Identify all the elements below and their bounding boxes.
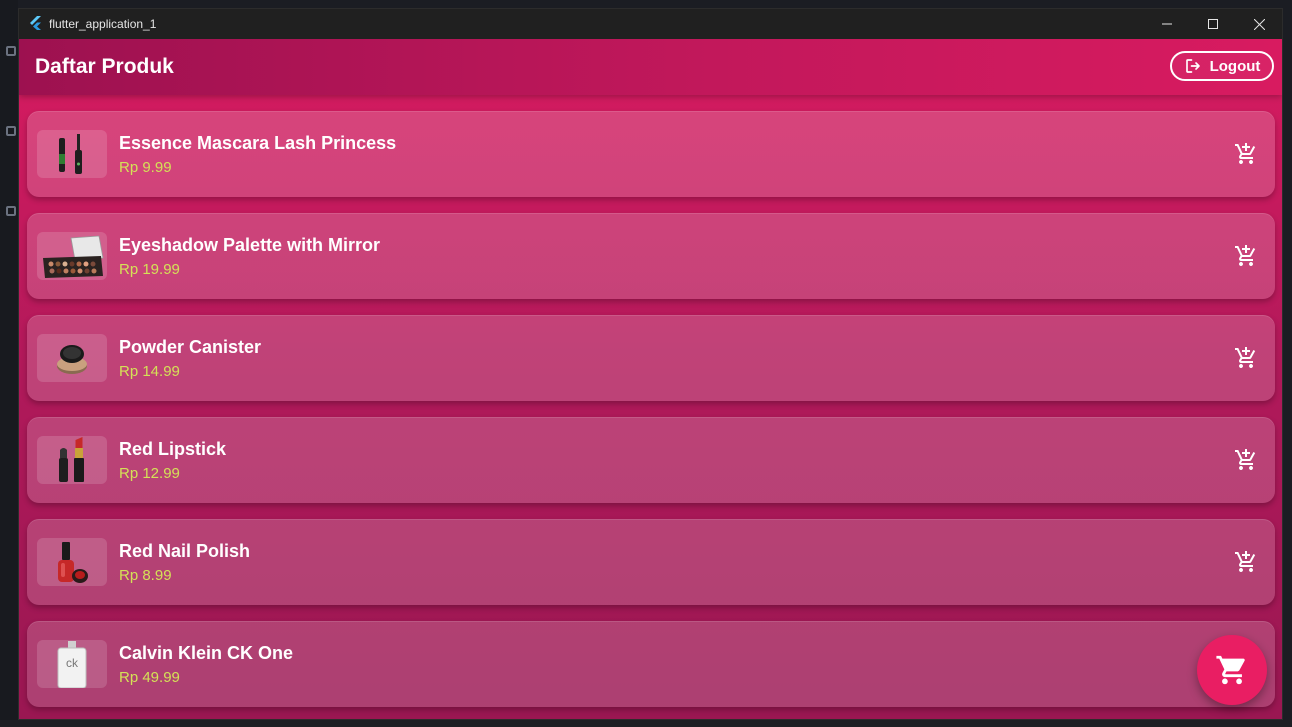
add-shopping-cart-icon xyxy=(1235,143,1256,164)
eyeshadow-palette-icon xyxy=(43,235,104,278)
source-control-icon xyxy=(6,126,16,136)
desktop-background-bottom xyxy=(0,720,1292,727)
add-shopping-cart-icon xyxy=(1235,551,1256,572)
product-image xyxy=(37,130,107,178)
product-price: Rp 9.99 xyxy=(119,159,172,176)
lipstick-icon xyxy=(59,437,84,482)
perfume-bottle-icon: ck xyxy=(57,641,87,688)
product-image xyxy=(37,232,107,280)
add-to-cart-button[interactable] xyxy=(1233,447,1259,473)
maximize-icon xyxy=(1208,19,1218,29)
explorer-icon xyxy=(6,46,16,56)
maximize-button[interactable] xyxy=(1190,9,1236,39)
product-name: Red Lipstick xyxy=(119,439,227,459)
product-price: Rp 8.99 xyxy=(119,567,172,584)
nail-polish-icon xyxy=(58,542,88,583)
desktop-sidebar xyxy=(0,0,18,727)
product-price: Rp 14.99 xyxy=(119,363,180,380)
product-image: ck xyxy=(37,640,107,688)
add-to-cart-button[interactable] xyxy=(1233,345,1259,371)
extensions-icon xyxy=(6,206,16,216)
product-price: Rp 19.99 xyxy=(119,261,180,278)
product-card[interactable]: Red Nail Polish Rp 8.99 xyxy=(27,519,1275,605)
product-name: Powder Canister xyxy=(119,337,262,357)
logout-label: Logout xyxy=(1209,57,1261,75)
product-card[interactable]: ck Calvin Klein CK One Rp 49.99 xyxy=(27,621,1275,707)
product-card[interactable]: Powder Canister Rp 14.99 xyxy=(27,315,1275,401)
product-price: Rp 12.99 xyxy=(119,465,180,482)
shopping-cart-icon xyxy=(1216,655,1245,685)
product-image xyxy=(37,334,107,382)
cart-fab-button[interactable] xyxy=(1197,635,1267,705)
add-shopping-cart-icon xyxy=(1235,245,1256,266)
add-to-cart-button[interactable] xyxy=(1233,141,1259,167)
product-name: Red Nail Polish xyxy=(119,541,251,561)
app-bar: Daftar Produk Logout xyxy=(19,39,1282,95)
desktop-background xyxy=(0,0,1292,8)
product-card[interactable]: Essence Mascara Lash Princess Rp 9.99 xyxy=(27,111,1275,197)
flutter-icon xyxy=(30,16,41,30)
mascara-icon xyxy=(59,134,82,174)
powder-canister-icon xyxy=(57,345,87,374)
add-shopping-cart-icon xyxy=(1235,449,1256,470)
product-price: Rp 49.99 xyxy=(119,669,180,686)
minimize-button[interactable] xyxy=(1144,9,1190,39)
product-image xyxy=(37,436,107,484)
app-body: Daftar Produk Logout Essence Mascara Las… xyxy=(19,39,1282,719)
logout-icon xyxy=(1185,59,1200,73)
product-name: Essence Mascara Lash Princess xyxy=(119,133,397,153)
minimize-icon xyxy=(1162,23,1172,25)
app-window: flutter_application_1 Daftar Produk Logo… xyxy=(18,8,1283,720)
close-icon xyxy=(1253,18,1265,30)
product-card[interactable]: Red Lipstick Rp 12.99 xyxy=(27,417,1275,503)
product-image xyxy=(37,538,107,586)
product-name: Calvin Klein CK One xyxy=(119,643,294,663)
product-name: Eyeshadow Palette with Mirror xyxy=(119,235,381,255)
perfume-label: ck xyxy=(66,656,79,670)
page-title: Daftar Produk xyxy=(35,55,174,78)
title-bar: flutter_application_1 xyxy=(19,9,1282,39)
add-to-cart-button[interactable] xyxy=(1233,549,1259,575)
logout-button[interactable]: Logout xyxy=(1170,51,1274,81)
window-title: flutter_application_1 xyxy=(49,17,157,31)
close-button[interactable] xyxy=(1236,9,1282,39)
product-card[interactable]: Eyeshadow Palette with Mirror Rp 19.99 xyxy=(27,213,1275,299)
add-to-cart-button[interactable] xyxy=(1233,243,1259,269)
add-shopping-cart-icon xyxy=(1235,347,1256,368)
